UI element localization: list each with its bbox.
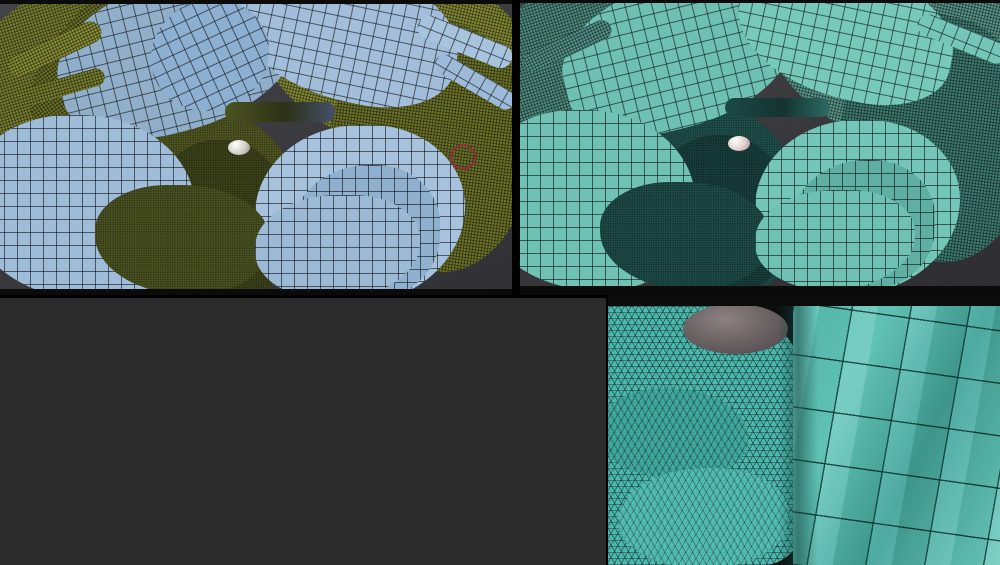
brush-cursor-icon	[450, 144, 476, 170]
perspective-viewport-teal-mesh[interactable]	[520, 0, 1000, 290]
transform-type-panel: Transform Type Cone 3D	[0, 298, 606, 565]
model-eye	[728, 136, 750, 151]
model-eye-closeup	[683, 304, 788, 354]
zbrush-application-window: Transform Type Cone 3D	[0, 0, 1000, 565]
perspective-viewport-split-mesh[interactable]	[0, 0, 512, 295]
model-eye	[228, 140, 250, 155]
viewport-divider-vertical	[512, 0, 520, 295]
closeup-viewport-topology[interactable]	[608, 298, 1000, 565]
